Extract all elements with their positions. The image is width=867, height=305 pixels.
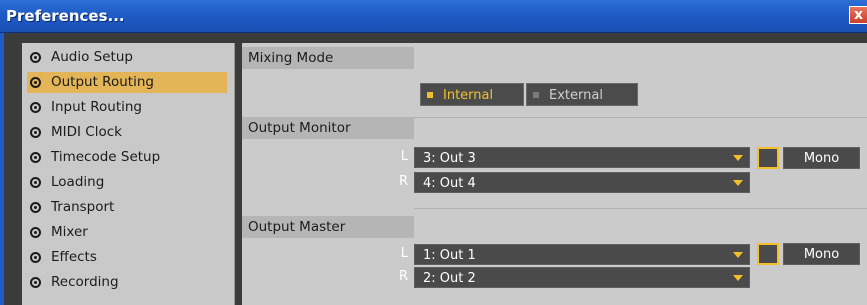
sidebar-item-label: Timecode Setup xyxy=(51,149,161,165)
monitor-mono-button[interactable]: Mono xyxy=(783,147,860,169)
sidebar-item-timecode-setup[interactable]: Timecode Setup xyxy=(27,147,227,168)
sidebar-item-label: MIDI Clock xyxy=(51,124,122,140)
sidebar-item-input-routing[interactable]: Input Routing xyxy=(27,97,227,118)
master-right-channel-label: R xyxy=(398,269,408,284)
bullet-icon xyxy=(30,152,41,163)
section-divider xyxy=(414,208,867,209)
sidebar-item-label: Audio Setup xyxy=(51,49,133,65)
bullet-icon xyxy=(30,252,41,263)
output-monitor-header: Output Monitor xyxy=(242,117,414,139)
monitor-right-channel-label: R xyxy=(398,174,408,189)
bullet-icon xyxy=(30,277,41,288)
chevron-down-icon xyxy=(733,275,743,281)
chevron-down-icon xyxy=(733,155,743,161)
mixing-mode-external-button[interactable]: External xyxy=(526,83,638,106)
sidebar-item-transport[interactable]: Transport xyxy=(27,197,227,218)
mixing-mode-internal-label: Internal xyxy=(443,88,494,103)
monitor-right-output-value: 4: Out 4 xyxy=(423,176,476,191)
sidebar-item-label: Loading xyxy=(51,174,105,190)
bullet-icon xyxy=(30,202,41,213)
sidebar-item-mixer[interactable]: Mixer xyxy=(27,222,227,243)
sidebar-item-effects[interactable]: Effects xyxy=(27,247,227,268)
sidebar-item-audio-setup[interactable]: Audio Setup xyxy=(27,47,227,68)
preferences-frame: Audio Setup Output Routing Input Routing… xyxy=(0,33,867,305)
close-button[interactable]: x xyxy=(849,6,867,24)
sidebar-item-loading[interactable]: Loading xyxy=(27,172,227,193)
preferences-sidebar: Audio Setup Output Routing Input Routing… xyxy=(22,43,235,305)
sidebar-item-label: Input Routing xyxy=(51,99,143,115)
master-right-output-select[interactable]: 2: Out 2 xyxy=(414,267,750,288)
master-left-channel-label: L xyxy=(400,246,408,261)
monitor-mono-checkbox[interactable] xyxy=(757,147,779,169)
sidebar-item-output-routing[interactable]: Output Routing xyxy=(27,72,227,93)
mixing-mode-internal-button[interactable]: Internal xyxy=(420,83,524,106)
bullet-icon xyxy=(30,177,41,188)
unselected-indicator-icon xyxy=(533,92,539,98)
monitor-left-channel-label: L xyxy=(400,149,408,164)
sidebar-item-label: Effects xyxy=(51,249,97,265)
sidebar-item-recording[interactable]: Recording xyxy=(27,272,227,293)
title-bar: Preferences... x xyxy=(0,0,867,33)
window-title: Preferences... xyxy=(6,7,125,25)
master-left-output-value: 1: Out 1 xyxy=(423,248,476,263)
output-routing-panel: Mixing Mode Internal External Output Mon… xyxy=(242,43,867,305)
monitor-left-output-value: 3: Out 3 xyxy=(423,151,476,166)
bullet-icon xyxy=(30,77,41,88)
bullet-icon xyxy=(30,52,41,63)
master-mono-checkbox[interactable] xyxy=(757,243,779,265)
close-icon: x xyxy=(853,7,864,23)
master-mono-button[interactable]: Mono xyxy=(783,243,860,265)
sidebar-item-label: Mixer xyxy=(51,224,88,240)
output-master-header: Output Master xyxy=(242,216,414,238)
chevron-down-icon xyxy=(733,180,743,186)
bullet-icon xyxy=(30,102,41,113)
sidebar-item-label: Recording xyxy=(51,274,119,290)
master-right-output-value: 2: Out 2 xyxy=(423,271,476,286)
bullet-icon xyxy=(30,227,41,238)
sidebar-item-label: Output Routing xyxy=(51,74,154,90)
monitor-right-output-select[interactable]: 4: Out 4 xyxy=(414,172,750,193)
chevron-down-icon xyxy=(733,252,743,258)
selected-indicator-icon xyxy=(427,92,433,98)
section-divider xyxy=(414,117,867,118)
master-left-output-select[interactable]: 1: Out 1 xyxy=(414,244,750,265)
mixing-mode-header: Mixing Mode xyxy=(242,47,414,69)
sidebar-item-midi-clock[interactable]: MIDI Clock xyxy=(27,122,227,143)
bullet-icon xyxy=(30,127,41,138)
sidebar-item-label: Transport xyxy=(51,199,115,215)
mixing-mode-external-label: External xyxy=(549,88,603,103)
monitor-left-output-select[interactable]: 3: Out 3 xyxy=(414,147,750,168)
